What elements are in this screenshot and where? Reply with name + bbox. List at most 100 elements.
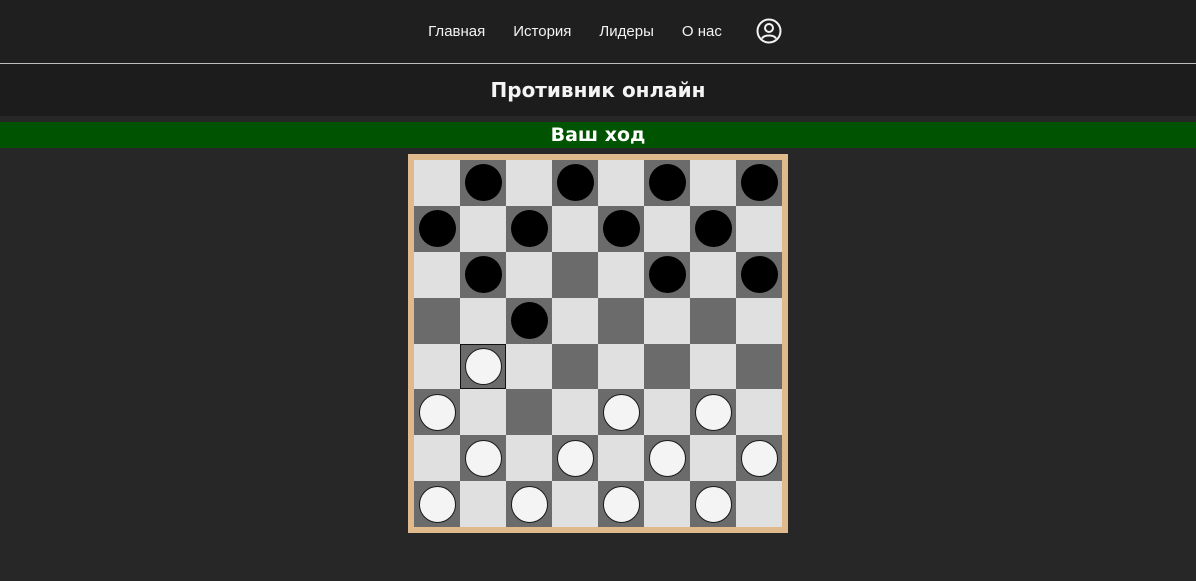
white-checker-piece[interactable] [556,439,594,477]
board-square[interactable] [690,481,736,527]
board-square[interactable] [598,297,644,344]
page-title-bar: Противник онлайн [0,64,1196,116]
board-square[interactable] [460,343,506,390]
board-square[interactable] [460,205,506,252]
board-square[interactable] [644,481,690,527]
board-square[interactable] [414,251,460,298]
board-square[interactable] [552,160,598,206]
board-square[interactable] [644,205,690,252]
board-square[interactable] [690,160,736,206]
black-checker-piece[interactable] [694,210,732,248]
nav-link-home[interactable]: Главная [428,23,485,40]
board-square[interactable] [506,389,552,436]
board-square[interactable] [598,389,644,436]
board-square[interactable] [690,435,736,482]
board-square[interactable] [736,251,782,298]
board-square[interactable] [506,205,552,252]
white-checker-piece[interactable] [418,393,456,431]
board-square[interactable] [552,389,598,436]
board-grid [414,160,782,527]
nav-link-leaders[interactable]: Лидеры [599,23,653,40]
board-square[interactable] [598,205,644,252]
nav-link-about[interactable]: О нас [682,23,722,40]
black-checker-piece[interactable] [556,164,594,202]
board-square[interactable] [598,160,644,206]
board-square[interactable] [644,251,690,298]
white-checker-piece[interactable] [602,393,640,431]
white-checker-piece[interactable] [694,485,732,523]
board-square[interactable] [690,205,736,252]
board-square[interactable] [414,297,460,344]
board-square[interactable] [736,297,782,344]
board-square[interactable] [690,251,736,298]
board-square[interactable] [736,160,782,206]
checkers-board [408,154,788,533]
board-square[interactable] [506,297,552,344]
black-checker-piece[interactable] [602,210,640,248]
board-square[interactable] [644,297,690,344]
board-square[interactable] [506,435,552,482]
board-square[interactable] [736,435,782,482]
board-square[interactable] [598,481,644,527]
board-square[interactable] [644,435,690,482]
board-square[interactable] [506,251,552,298]
white-checker-piece[interactable] [648,439,686,477]
black-checker-piece[interactable] [464,164,502,202]
board-square[interactable] [552,481,598,527]
black-checker-piece[interactable] [648,256,686,294]
board-square[interactable] [736,389,782,436]
board-square[interactable] [644,389,690,436]
top-navigation: Главная История Лидеры О нас [0,0,1196,64]
user-circle-icon[interactable] [756,18,782,44]
board-square[interactable] [460,435,506,482]
black-checker-piece[interactable] [510,302,548,340]
board-square[interactable] [506,160,552,206]
board-square[interactable] [460,251,506,298]
white-checker-piece[interactable] [418,485,456,523]
board-square[interactable] [690,297,736,344]
page-title: Противник онлайн [490,78,706,102]
board-square[interactable] [506,343,552,390]
turn-status-banner: Ваш ход [0,122,1196,148]
board-square[interactable] [414,389,460,436]
board-square[interactable] [598,435,644,482]
white-checker-piece[interactable] [694,393,732,431]
turn-status: Ваш ход [550,124,646,146]
board-square[interactable] [552,251,598,298]
white-checker-piece[interactable] [740,439,778,477]
board-square[interactable] [644,343,690,390]
white-checker-piece[interactable] [464,439,502,477]
board-square[interactable] [460,389,506,436]
board-square[interactable] [552,205,598,252]
board-square[interactable] [506,481,552,527]
black-checker-piece[interactable] [510,210,548,248]
black-checker-piece[interactable] [418,210,456,248]
board-square[interactable] [460,297,506,344]
board-square[interactable] [414,435,460,482]
board-square[interactable] [414,343,460,390]
board-square[interactable] [460,160,506,206]
board-square[interactable] [690,389,736,436]
white-checker-piece[interactable] [602,485,640,523]
board-square[interactable] [552,435,598,482]
black-checker-piece[interactable] [740,256,778,294]
board-square[interactable] [690,343,736,390]
black-checker-piece[interactable] [740,164,778,202]
board-square[interactable] [598,251,644,298]
board-square[interactable] [414,205,460,252]
nav-link-history[interactable]: История [513,23,571,40]
board-square[interactable] [598,343,644,390]
black-checker-piece[interactable] [464,256,502,294]
white-checker-piece[interactable] [464,347,502,385]
board-square[interactable] [552,343,598,390]
board-square[interactable] [736,481,782,527]
black-checker-piece[interactable] [648,164,686,202]
board-square[interactable] [414,481,460,527]
white-checker-piece[interactable] [510,485,548,523]
board-square[interactable] [736,343,782,390]
board-square[interactable] [736,205,782,252]
board-square[interactable] [414,160,460,206]
board-square[interactable] [644,160,690,206]
board-square[interactable] [460,481,506,527]
board-square[interactable] [552,297,598,344]
